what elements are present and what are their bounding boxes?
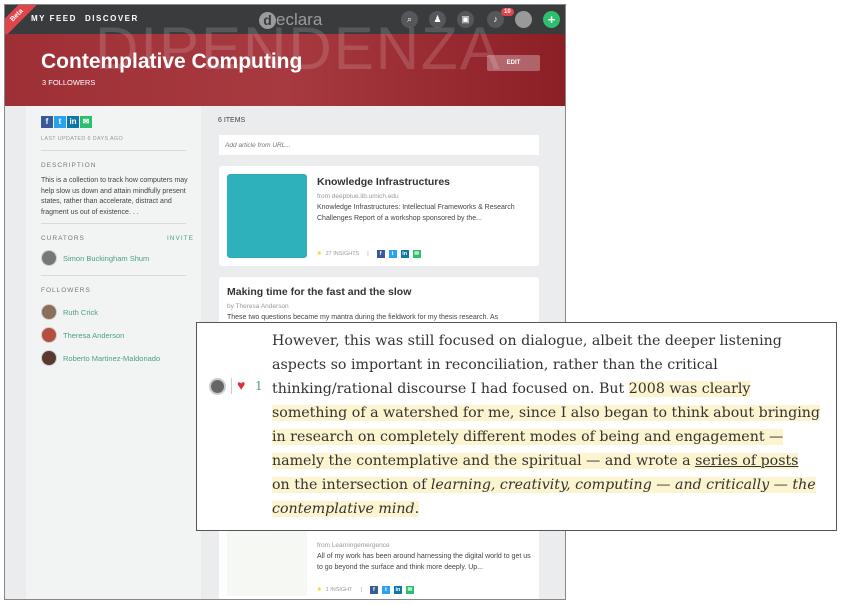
- linkedin-icon[interactable]: in: [67, 116, 79, 128]
- items-count: 6 ITEMS: [218, 117, 246, 124]
- followers-label: FOLLOWERS: [41, 287, 91, 294]
- avatar[interactable]: [515, 11, 532, 28]
- description-label: DESCRIPTION: [41, 162, 97, 169]
- highlight-excerpt-panel: ♥ 1 However, this was still focused on d…: [196, 322, 837, 531]
- linkedin-icon[interactable]: in: [393, 586, 402, 594]
- divider: [41, 275, 186, 276]
- article-author: by Theresa Anderson: [227, 303, 289, 310]
- invite-link[interactable]: INVITE: [167, 235, 194, 242]
- nav-my-feed[interactable]: MY FEED: [31, 14, 77, 23]
- divider: [41, 150, 186, 151]
- facebook-icon[interactable]: f: [376, 250, 385, 258]
- notification-badge: 10: [501, 8, 514, 16]
- facebook-icon[interactable]: f: [369, 586, 378, 594]
- avatar: [41, 327, 57, 343]
- excerpt-text: However, this was still focused on dialo…: [272, 333, 820, 517]
- divider: [41, 223, 186, 224]
- collection-banner: DIPENDENZA Contemplative Computing 3 FOL…: [5, 15, 565, 106]
- article-title[interactable]: Making time for the fast and the slow: [227, 286, 532, 298]
- twitter-icon[interactable]: t: [381, 586, 390, 594]
- series-of-posts-link[interactable]: series of posts: [695, 453, 798, 469]
- add-article-url-input[interactable]: [219, 135, 539, 155]
- avatar: [41, 304, 57, 320]
- email-icon[interactable]: ✉: [80, 116, 92, 128]
- follower-item[interactable]: Theresa Anderson: [41, 327, 124, 343]
- linkedin-icon[interactable]: in: [400, 250, 409, 258]
- curators-label: CURATORS: [41, 235, 85, 242]
- last-updated: LAST UPDATED 6 DAYS AGO: [41, 136, 124, 142]
- article-title[interactable]: Knowledge Infrastructures: [317, 176, 532, 188]
- article-meta: ✺ 27 INSIGHTS | f t in ✉: [317, 250, 421, 258]
- sidebar: f t in ✉ LAST UPDATED 6 DAYS AGO DESCRIP…: [26, 106, 201, 599]
- heart-icon[interactable]: ♥: [237, 377, 245, 393]
- lightbulb-icon: ✺: [317, 251, 322, 257]
- article-excerpt: Knowledge Infrastructures: Intellectual …: [317, 204, 515, 222]
- article-meta: ✺ 1 INSIGHT | f t in ✉: [317, 586, 414, 594]
- followers-count: 3 FOLLOWERS: [42, 78, 96, 87]
- share-icons: f t in ✉: [41, 116, 92, 128]
- highlight[interactable]: in research on completely different mode…: [272, 429, 784, 445]
- avatar[interactable]: [209, 378, 226, 395]
- article-source: from deepblue.lib.umich.edu: [317, 193, 399, 200]
- follower-item[interactable]: Ruth Crick: [41, 304, 98, 320]
- article-thumbnail: [227, 526, 307, 596]
- lightbulb-icon: ✺: [317, 587, 322, 593]
- page-title: Contemplative Computing: [41, 50, 303, 73]
- facebook-icon[interactable]: f: [41, 116, 53, 128]
- curator-item[interactable]: Simon Buckingham Shum: [41, 250, 149, 266]
- highlight[interactable]: 2008 was clearly: [628, 381, 751, 397]
- article-thumbnail: [227, 174, 307, 258]
- edit-button[interactable]: EDIT: [487, 55, 540, 71]
- insights-count[interactable]: 1 INSIGHT: [326, 587, 353, 593]
- article-card[interactable]: Knowledge Infrastructures from deepblue.…: [219, 166, 539, 266]
- avatar: [41, 350, 57, 366]
- insights-count[interactable]: 27 INSIGHTS: [326, 251, 360, 257]
- highlight[interactable]: something of a watershed for me, since I…: [272, 405, 820, 421]
- description-text: This is a collection to track how comput…: [41, 177, 188, 216]
- follower-item[interactable]: Roberto Martinez-Maldonado: [41, 350, 160, 366]
- twitter-icon[interactable]: t: [54, 116, 66, 128]
- avatar: [41, 250, 57, 266]
- twitter-icon[interactable]: t: [388, 250, 397, 258]
- article-excerpt: All of my work has been around harnessin…: [317, 553, 531, 571]
- like-count: 1: [255, 379, 263, 393]
- plus-icon[interactable]: +: [543, 11, 560, 28]
- email-icon[interactable]: ✉: [405, 586, 414, 594]
- article-source: from Learningemergence: [317, 542, 390, 549]
- email-icon[interactable]: ✉: [412, 250, 421, 258]
